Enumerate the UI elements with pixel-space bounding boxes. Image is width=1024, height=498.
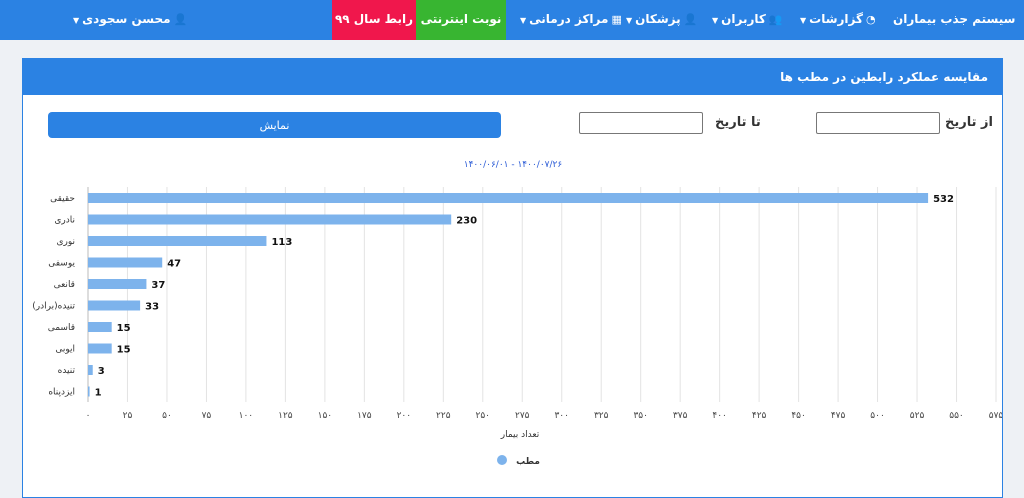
category-label: قانعی	[54, 280, 75, 290]
bar[interactable]	[88, 343, 112, 354]
caret-down-icon: ▼	[520, 16, 527, 25]
x-tick-label: ۳۰۰	[554, 411, 569, 421]
nav-online-appointment[interactable]: نوبت اینترنتی	[416, 0, 506, 40]
caret-down-icon: ▼	[800, 16, 807, 25]
category-label: حقیقی	[50, 194, 75, 204]
nav-user-menu[interactable]: ▼ محسن سجودی 👤	[73, 0, 187, 40]
top-navbar: سیستم جذب بیماران ▼ گزارشات ◔ ▼ کاربران 👥 ▼ پ…	[0, 0, 1024, 40]
x-tick-label: ۲۵۰	[476, 411, 491, 421]
bar[interactable]	[88, 214, 452, 225]
user-icon: 👤	[173, 13, 188, 26]
x-tick-label: ۲۷۵	[515, 411, 530, 421]
category-label: ایزدپناه	[48, 388, 75, 398]
value-label: 532	[933, 194, 954, 205]
x-tick-label: ۴۷۵	[831, 411, 846, 421]
bar[interactable]	[88, 365, 93, 375]
nav-users-label: کاربران	[721, 12, 766, 26]
x-tick-label: ۲۲۵	[436, 411, 451, 421]
category-label: تنیده	[58, 366, 76, 376]
x-tick-label: ۳۵۰	[633, 411, 648, 421]
card-header: مقایسه عملکرد رابطین در مطب ها	[23, 59, 1002, 95]
category-label: ایوبی	[55, 345, 75, 355]
x-tick-label: ۲۵	[123, 411, 133, 421]
bar[interactable]	[88, 257, 163, 268]
x-tick-label: ۲۰۰	[397, 411, 412, 421]
from-date-label: از تاریخ	[945, 115, 993, 130]
x-tick-label: ۵۷۵	[989, 411, 1002, 421]
x-tick-label: ۵۰۰	[870, 411, 885, 421]
nav-user-label: محسن سجودی	[82, 12, 171, 26]
nav-reports[interactable]: ▼ گزارشات ◔	[800, 0, 876, 40]
category-label: یوسفی	[48, 259, 75, 269]
value-label: 47	[167, 259, 181, 270]
x-tick-label: ۰	[86, 411, 91, 421]
x-tick-label: ۵۲۵	[910, 411, 925, 421]
doctor-icon: 👤	[683, 13, 698, 26]
users-icon: 👥	[768, 13, 783, 26]
legend-label[interactable]: مطب	[516, 457, 540, 467]
nav-reports-label: گزارشات	[809, 12, 863, 26]
x-tick-label: ۴۵۰	[791, 411, 806, 421]
value-label: 1	[95, 388, 102, 399]
x-tick-label: ۴۲۵	[752, 411, 767, 421]
value-label: 15	[117, 345, 131, 356]
bar[interactable]	[88, 386, 90, 397]
nav-doctors[interactable]: ▼ پزشکان 👤	[626, 0, 697, 40]
value-label: 3	[98, 366, 105, 377]
bar[interactable]	[88, 322, 112, 332]
value-label: 230	[456, 216, 477, 227]
value-label: 113	[271, 237, 292, 248]
x-tick-label: ۴۰۰	[712, 411, 727, 421]
caret-down-icon: ▼	[626, 16, 633, 25]
x-tick-label: ۵۵۰	[949, 411, 964, 421]
x-tick-label: ۳۲۵	[594, 411, 609, 421]
x-tick-label: ۵۰	[162, 411, 172, 421]
x-tick-label: ۱۰۰	[239, 411, 254, 421]
category-label: قاسمی	[48, 323, 75, 333]
category-label: (تنیده(برادر	[32, 302, 75, 312]
bar[interactable]	[88, 300, 141, 311]
report-card: ۱۴۰۰/۰۶/۰۱ - ۱۴۰۰/۰۷/۲۶ ۰ ۲۵ ۵۰ ۷۵ ۱۰۰ ۱۲۵ ۱۵۰ ۱…	[22, 58, 1003, 498]
x-tick-label: ۳۷۵	[673, 411, 688, 421]
legend-dot-icon	[497, 455, 507, 465]
card-title: مقایسه عملکرد رابطین در مطب ها	[780, 70, 988, 84]
hospital-icon: ▦	[611, 13, 622, 26]
x-tick-label: ۱۵۰	[318, 411, 333, 421]
caret-down-icon: ▼	[73, 16, 80, 25]
to-date-input[interactable]	[579, 112, 703, 134]
nav-centers-label: مراکز درمانی	[529, 12, 609, 26]
value-label: 37	[151, 280, 165, 291]
value-label: 33	[145, 302, 159, 313]
chart-subtitle: ۱۴۰۰/۰۶/۰۱ - ۱۴۰۰/۰۷/۲۶	[464, 160, 563, 170]
nav-brand[interactable]: سیستم جذب بیماران	[893, 0, 1015, 40]
nav-centers[interactable]: ▼ مراکز درمانی ▦	[520, 0, 622, 40]
x-axis-title: تعداد بیمار	[500, 430, 540, 440]
caret-down-icon: ▼	[712, 16, 719, 25]
dashboard-icon: ◔	[866, 13, 876, 26]
category-label: نادری	[54, 216, 75, 226]
category-label: نوری	[56, 237, 75, 247]
bar[interactable]	[88, 193, 929, 203]
nav-rabet-99[interactable]: رابط سال ۹۹	[332, 0, 416, 40]
x-tick-label: ۷۵	[202, 411, 212, 421]
nav-doctors-label: پزشکان	[635, 12, 681, 26]
from-date-input[interactable]	[816, 112, 940, 134]
x-tick-label: ۱۷۵	[357, 411, 372, 421]
bar[interactable]	[88, 279, 147, 289]
bar[interactable]	[88, 236, 267, 246]
nav-users[interactable]: ▼ کاربران 👥	[712, 0, 783, 40]
show-button[interactable]: نمایش	[48, 112, 501, 138]
value-label: 15	[117, 323, 131, 334]
to-date-label: تا تاریخ	[715, 115, 761, 130]
x-tick-label: ۱۲۵	[278, 411, 293, 421]
